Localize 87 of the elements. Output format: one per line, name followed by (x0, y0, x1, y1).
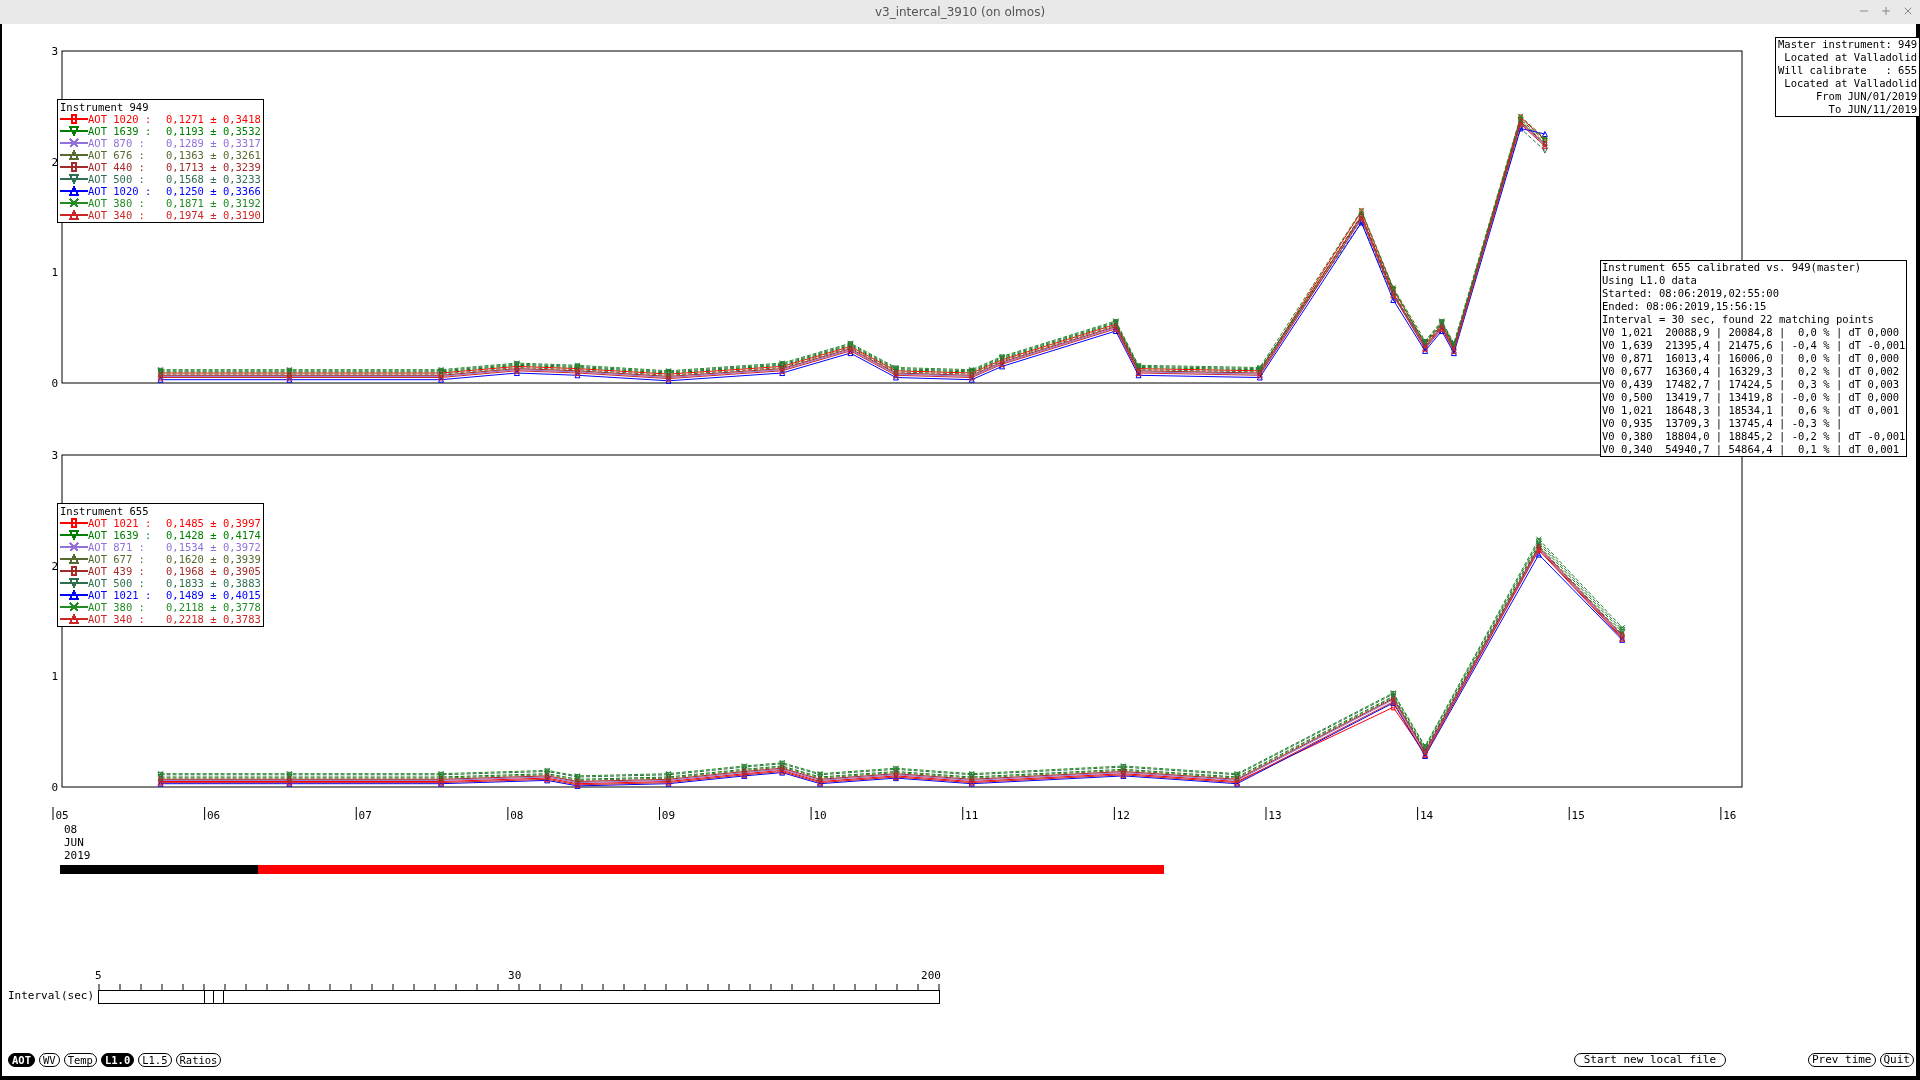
legend-value: 0,2118 ± 0,3778 (166, 601, 261, 613)
info-line: V0 0,677 16360,4 | 16329,3 | 0,2 % | dT 0,002 (1602, 365, 1901, 378)
legend-value: 0,1713 ± 0,3239 (166, 161, 261, 173)
legend-label: AOT 677 : (88, 553, 146, 565)
info-line: V0 0,500 13419,7 | 13419,8 | -0,0 % | dT 0,000 (1602, 391, 1901, 404)
legend-value: 0,1250 ± 0,3366 (166, 185, 261, 197)
scale-label: 30 (508, 970, 522, 982)
x-tick-label: 14 (1420, 809, 1434, 822)
legend-label: AOT 1021 : (88, 517, 153, 529)
info-line: Started: 08:06:2019,02:55:00 (1602, 287, 1780, 300)
info-line: Located at Valladolid (1783, 51, 1918, 64)
y-tick-label: 1 (51, 266, 58, 280)
scale-label: 5 (95, 970, 102, 982)
info-line: V0 1,021 18648,3 | 18534,1 | 0,6 % | dT 0,001 (1602, 404, 1901, 417)
info-line: From JUN/01/2019 (1814, 90, 1918, 103)
x-tick-label: 08 (510, 809, 524, 822)
legend-value: 0,1534 ± 0,3972 (166, 541, 261, 553)
legend-label: AOT 440 : (88, 161, 146, 173)
x-tick-label: 10 (813, 809, 827, 822)
info-line: V0 0,935 13709,3 | 13745,4 | -0,3 % | (1602, 417, 1844, 430)
info-line: To JUN/11/2019 (1827, 103, 1918, 116)
window-title: v3_intercal_3910 (on olmos) (874, 4, 1046, 21)
legend-label: AOT 1639 : (88, 529, 153, 541)
legend-value: 0,1485 ± 0,3997 (166, 517, 261, 529)
legend-value: 0,2218 ± 0,3783 (166, 613, 261, 625)
info-line: V0 0,380 18804,0 | 18845,2 | -0,2 % | dT -0,001 (1602, 430, 1906, 443)
legend-label: AOT 870 : (88, 137, 146, 149)
legend-label: AOT 871 : (88, 541, 146, 553)
y-tick-label: 2 (51, 559, 58, 573)
legend-label: AOT 1020 : (88, 185, 153, 197)
legend-label: AOT 500 : (88, 577, 146, 589)
legend-value: 0,1271 ± 0,3418 (166, 113, 261, 125)
x-tick-label: 12 (1116, 809, 1130, 822)
legend-value: 0,1289 ± 0,3317 (166, 137, 261, 149)
x-tick-label: 06 (207, 809, 221, 822)
info-line: V0 0,439 17482,7 | 17424,5 | 0,3 % | dT 0,003 (1602, 378, 1901, 391)
legend-label: AOT 1021 : (88, 589, 153, 601)
y-tick-label: 1 (51, 670, 58, 684)
x-tick-label: 09 (661, 809, 676, 822)
info-line: Located at Valladolid (1783, 77, 1918, 90)
scale-label: 200 (921, 970, 941, 982)
date-label: 2019 (64, 849, 91, 862)
x-tick-label: 11 (965, 809, 979, 822)
date-label: 08 (64, 823, 78, 836)
legend-label: AOT 439 : (88, 565, 146, 577)
x-tick-label: 13 (1268, 809, 1282, 822)
info-line: Ended: 08:06:2019,15:56:15 (1602, 300, 1768, 313)
legend-value: 0,1833 ± 0,3883 (166, 577, 261, 589)
legend-value: 0,1620 ± 0,3939 (166, 553, 261, 565)
y-tick-label: 3 (51, 45, 58, 58)
legend-value: 0,1193 ± 0,3532 (166, 125, 261, 137)
legend-label: AOT 340 : (88, 613, 146, 625)
x-tick-label: 15 (1571, 809, 1585, 822)
legend-title: Instrument 949 (60, 101, 150, 113)
legend-label: AOT 1639 : (88, 125, 153, 137)
info-line: V0 0,871 16013,4 | 16006,0 | 0,0 % | dT 0,000 (1602, 352, 1901, 365)
legend-label: AOT 500 : (88, 173, 146, 185)
slider-label: Interval(sec) (8, 989, 95, 1003)
legend-value: 0,1974 ± 0,3190 (166, 209, 261, 221)
legend-label: AOT 1020 : (88, 113, 153, 125)
legend-label: AOT 380 : (88, 601, 146, 613)
legend-value: 0,1363 ± 0,3261 (166, 149, 261, 161)
info-line: V0 1,639 21395,4 | 21475,6 | -0,4 % | dT -0,001 (1602, 339, 1906, 352)
legend-value: 0,1428 ± 0,4174 (166, 529, 261, 541)
x-tick-label: 16 (1723, 809, 1737, 822)
legend-value: 0,1968 ± 0,3905 (166, 565, 261, 577)
x-tick-label: 07 (358, 809, 372, 822)
y-tick-label: 0 (51, 781, 58, 794)
legend-value: 0,1568 ± 0,3233 (166, 173, 261, 185)
info-line: Instrument 655 calibrated vs. 949(master) (1602, 261, 1863, 274)
legend-label: AOT 676 : (88, 149, 146, 161)
info-line: Using L1.0 data (1602, 274, 1698, 287)
info-line: Master instrument: 949 (1778, 38, 1918, 51)
legend-value: 0,1489 ± 0,4015 (166, 589, 261, 601)
info-line: Interval = 30 sec, found 22 matching points (1602, 313, 1875, 326)
y-tick-label: 3 (51, 449, 58, 462)
legend-label: AOT 380 : (88, 197, 146, 209)
info-line: V0 0,340 54940,7 | 54864,4 | 0,1 % | dT 0,001 (1602, 443, 1901, 456)
y-tick-label: 0 (51, 377, 58, 390)
info-line: Will calibrate : 655 (1778, 64, 1918, 77)
legend-title: Instrument 655 (60, 505, 150, 517)
date-label: JUN (64, 836, 84, 849)
legend-label: AOT 340 : (88, 209, 146, 221)
info-line: V0 1,021 20088,9 | 20084,8 | 0,0 % | dT 0,000 (1602, 326, 1901, 339)
legend-value: 0,1871 ± 0,3192 (166, 197, 261, 209)
x-tick-label: 05 (55, 809, 69, 822)
y-tick-label: 2 (51, 155, 58, 169)
